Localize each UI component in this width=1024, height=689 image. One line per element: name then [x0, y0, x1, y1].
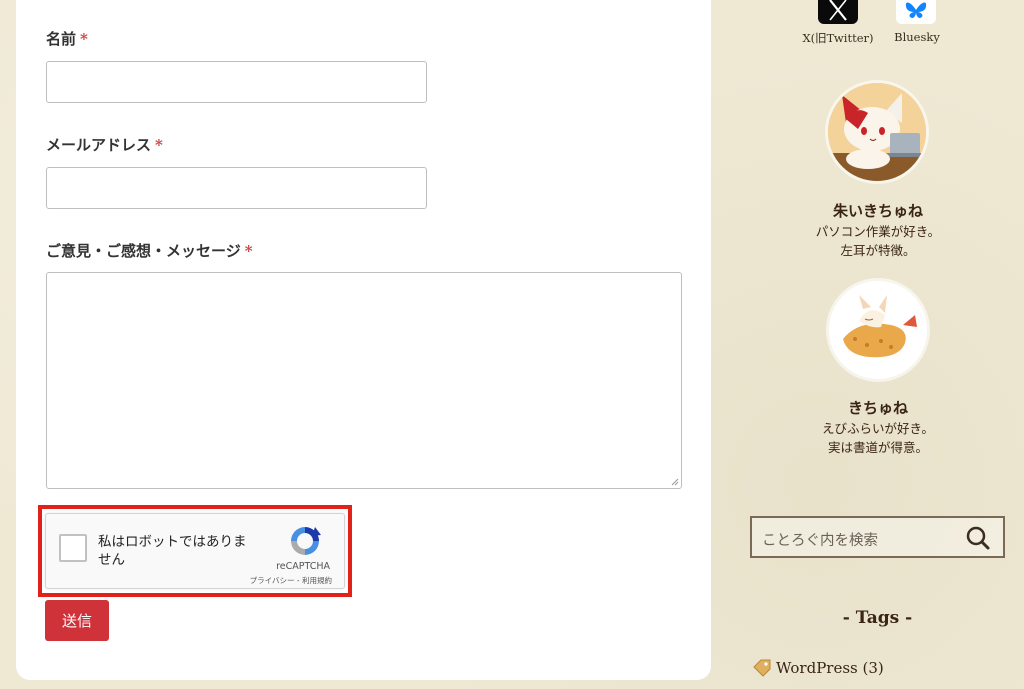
tag-icon: [753, 659, 771, 677]
email-input[interactable]: [46, 167, 427, 209]
recaptcha-logo-icon: [291, 527, 321, 555]
recaptcha-widget: 私はロボットではありません reCAPTCHA プライバシー - 利用規約: [45, 513, 345, 589]
recaptcha-brand: reCAPTCHA: [276, 561, 330, 572]
profile-desc-line1: えびふらいが好き。: [822, 421, 934, 436]
fox-shrimp-avatar-icon: [829, 281, 927, 379]
tag-item[interactable]: WordPress (3): [752, 659, 884, 677]
sns-label-bluesky[interactable]: Bluesky: [880, 30, 954, 44]
profile-desc-line2: 実は書道が得意。: [827, 440, 928, 455]
tag-label[interactable]: WordPress (3): [776, 659, 884, 677]
profile-name: 朱いきちゅね: [832, 202, 923, 220]
recaptcha-label: 私はロボットではありません: [98, 534, 247, 568]
profile-desc-line2: 左耳が特徴。: [840, 243, 916, 258]
required-mark: *: [244, 242, 253, 260]
email-label: メールアドレス *: [46, 136, 163, 154]
message-textarea[interactable]: [46, 272, 682, 489]
tags-heading: - Tags -: [842, 608, 913, 628]
sns-label-x[interactable]: X(旧Twitter): [800, 30, 876, 46]
resize-handle-icon[interactable]: [671, 478, 679, 486]
profile-desc-line1: パソコン作業が好き。: [815, 224, 941, 239]
message-label: ご意見・ご感想・メッセージ *: [46, 242, 253, 260]
submit-button[interactable]: 送信: [45, 600, 109, 641]
x-logo-icon[interactable]: [818, 0, 858, 24]
required-mark: *: [80, 30, 88, 48]
recaptcha-checkbox[interactable]: [59, 534, 87, 562]
avatar: [829, 281, 927, 379]
recaptcha-links[interactable]: プライバシー - 利用規約: [250, 575, 332, 586]
search-icon[interactable]: [965, 525, 991, 551]
required-mark: *: [155, 136, 163, 154]
avatar: [828, 83, 926, 181]
fox-laptop-avatar-icon: [828, 83, 926, 181]
search-input[interactable]: ことろぐ内を検索: [762, 529, 878, 550]
site-search-box[interactable]: ことろぐ内を検索: [750, 516, 1005, 558]
name-input[interactable]: [46, 61, 427, 103]
profile-name: きちゅね: [847, 399, 908, 417]
name-label: 名前 *: [46, 30, 88, 48]
bluesky-butterfly-icon[interactable]: [896, 0, 936, 24]
